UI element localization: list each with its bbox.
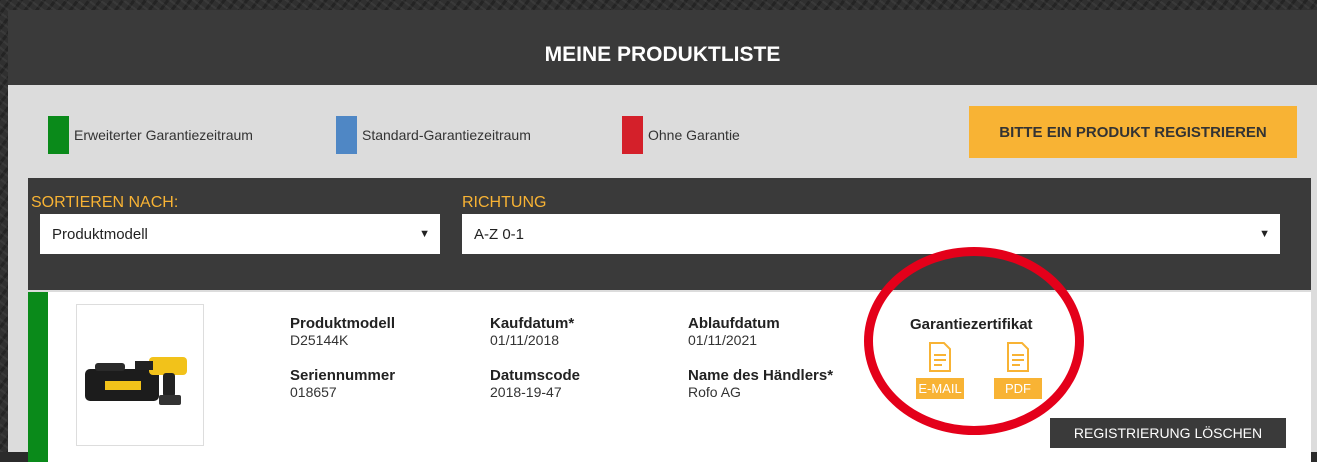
sort-select[interactable]: Produktmodell ▼ (40, 214, 440, 254)
legend-no-warranty: Ohne Garantie (622, 116, 740, 154)
dealer-name-field: Name des Händlers* Rofo AG (688, 367, 834, 401)
purchase-date-value: 01/11/2018 (490, 332, 560, 348)
dealer-name-value: Rofo AG (688, 384, 741, 400)
expiry-date-field: Ablaufdatum 01/11/2021 (688, 315, 780, 349)
direction-label: RICHTUNG (462, 194, 547, 211)
product-model-value: D25144K (290, 332, 349, 348)
delete-registration-button[interactable]: REGISTRIERUNG LÖSCHEN (1050, 418, 1286, 448)
expiry-date-label: Ablaufdatum (688, 315, 780, 332)
dropdown-arrow-icon: ▼ (1259, 228, 1270, 240)
legend-extended-warranty: Erweiterter Garantiezeitraum (48, 116, 253, 154)
date-code-label: Datumscode (490, 367, 581, 384)
product-model-label: Produktmodell (290, 315, 396, 332)
page-title: MEINE PRODUKTLISTE (8, 10, 1317, 85)
date-code-value: 2018-19-47 (490, 384, 562, 400)
warranty-status-indicator (28, 292, 48, 462)
serial-number-label: Seriennummer (290, 367, 396, 384)
legend-swatch-blue (336, 116, 357, 154)
legend-label: Ohne Garantie (648, 127, 740, 143)
serial-number-value: 018657 (290, 384, 337, 400)
product-list-panel: MEINE PRODUKTLISTE Erweiterter Garantiez… (8, 10, 1317, 462)
legend-swatch-red (622, 116, 643, 154)
purchase-date-field: Kaufdatum* 01/11/2018 (490, 315, 575, 349)
sort-select-value: Produktmodell (52, 225, 148, 243)
serial-number-field: Seriennummer 018657 (290, 367, 396, 401)
direction-select[interactable]: A-Z 0-1 ▼ (462, 214, 1280, 254)
legend-swatch-green (48, 116, 69, 154)
legend-label: Erweiterter Garantiezeitraum (74, 127, 253, 143)
legend-standard-warranty: Standard-Garantiezeitraum (336, 116, 531, 154)
direction-select-value: A-Z 0-1 (474, 225, 525, 243)
product-image (76, 304, 204, 446)
date-code-field: Datumscode 2018-19-47 (490, 367, 581, 401)
product-card: Produktmodell D25144K Seriennummer 01865… (28, 292, 1311, 462)
dealer-name-label: Name des Händlers* (688, 367, 834, 384)
highlight-annotation-circle (864, 247, 1084, 435)
legend-label: Standard-Garantiezeitraum (362, 127, 531, 143)
expiry-date-value: 01/11/2021 (688, 332, 758, 348)
dropdown-arrow-icon: ▼ (419, 228, 430, 240)
register-product-button[interactable]: BITTE EIN PRODUKT REGISTRIEREN (969, 106, 1297, 158)
sort-filter-bar: SORTIEREN NACH: Produktmodell ▼ RICHTUNG… (28, 178, 1311, 290)
purchase-date-label: Kaufdatum* (490, 315, 575, 332)
product-model-field: Produktmodell D25144K (290, 315, 396, 349)
drill-case-icon (85, 357, 187, 405)
sort-label: SORTIEREN NACH: (31, 194, 179, 211)
